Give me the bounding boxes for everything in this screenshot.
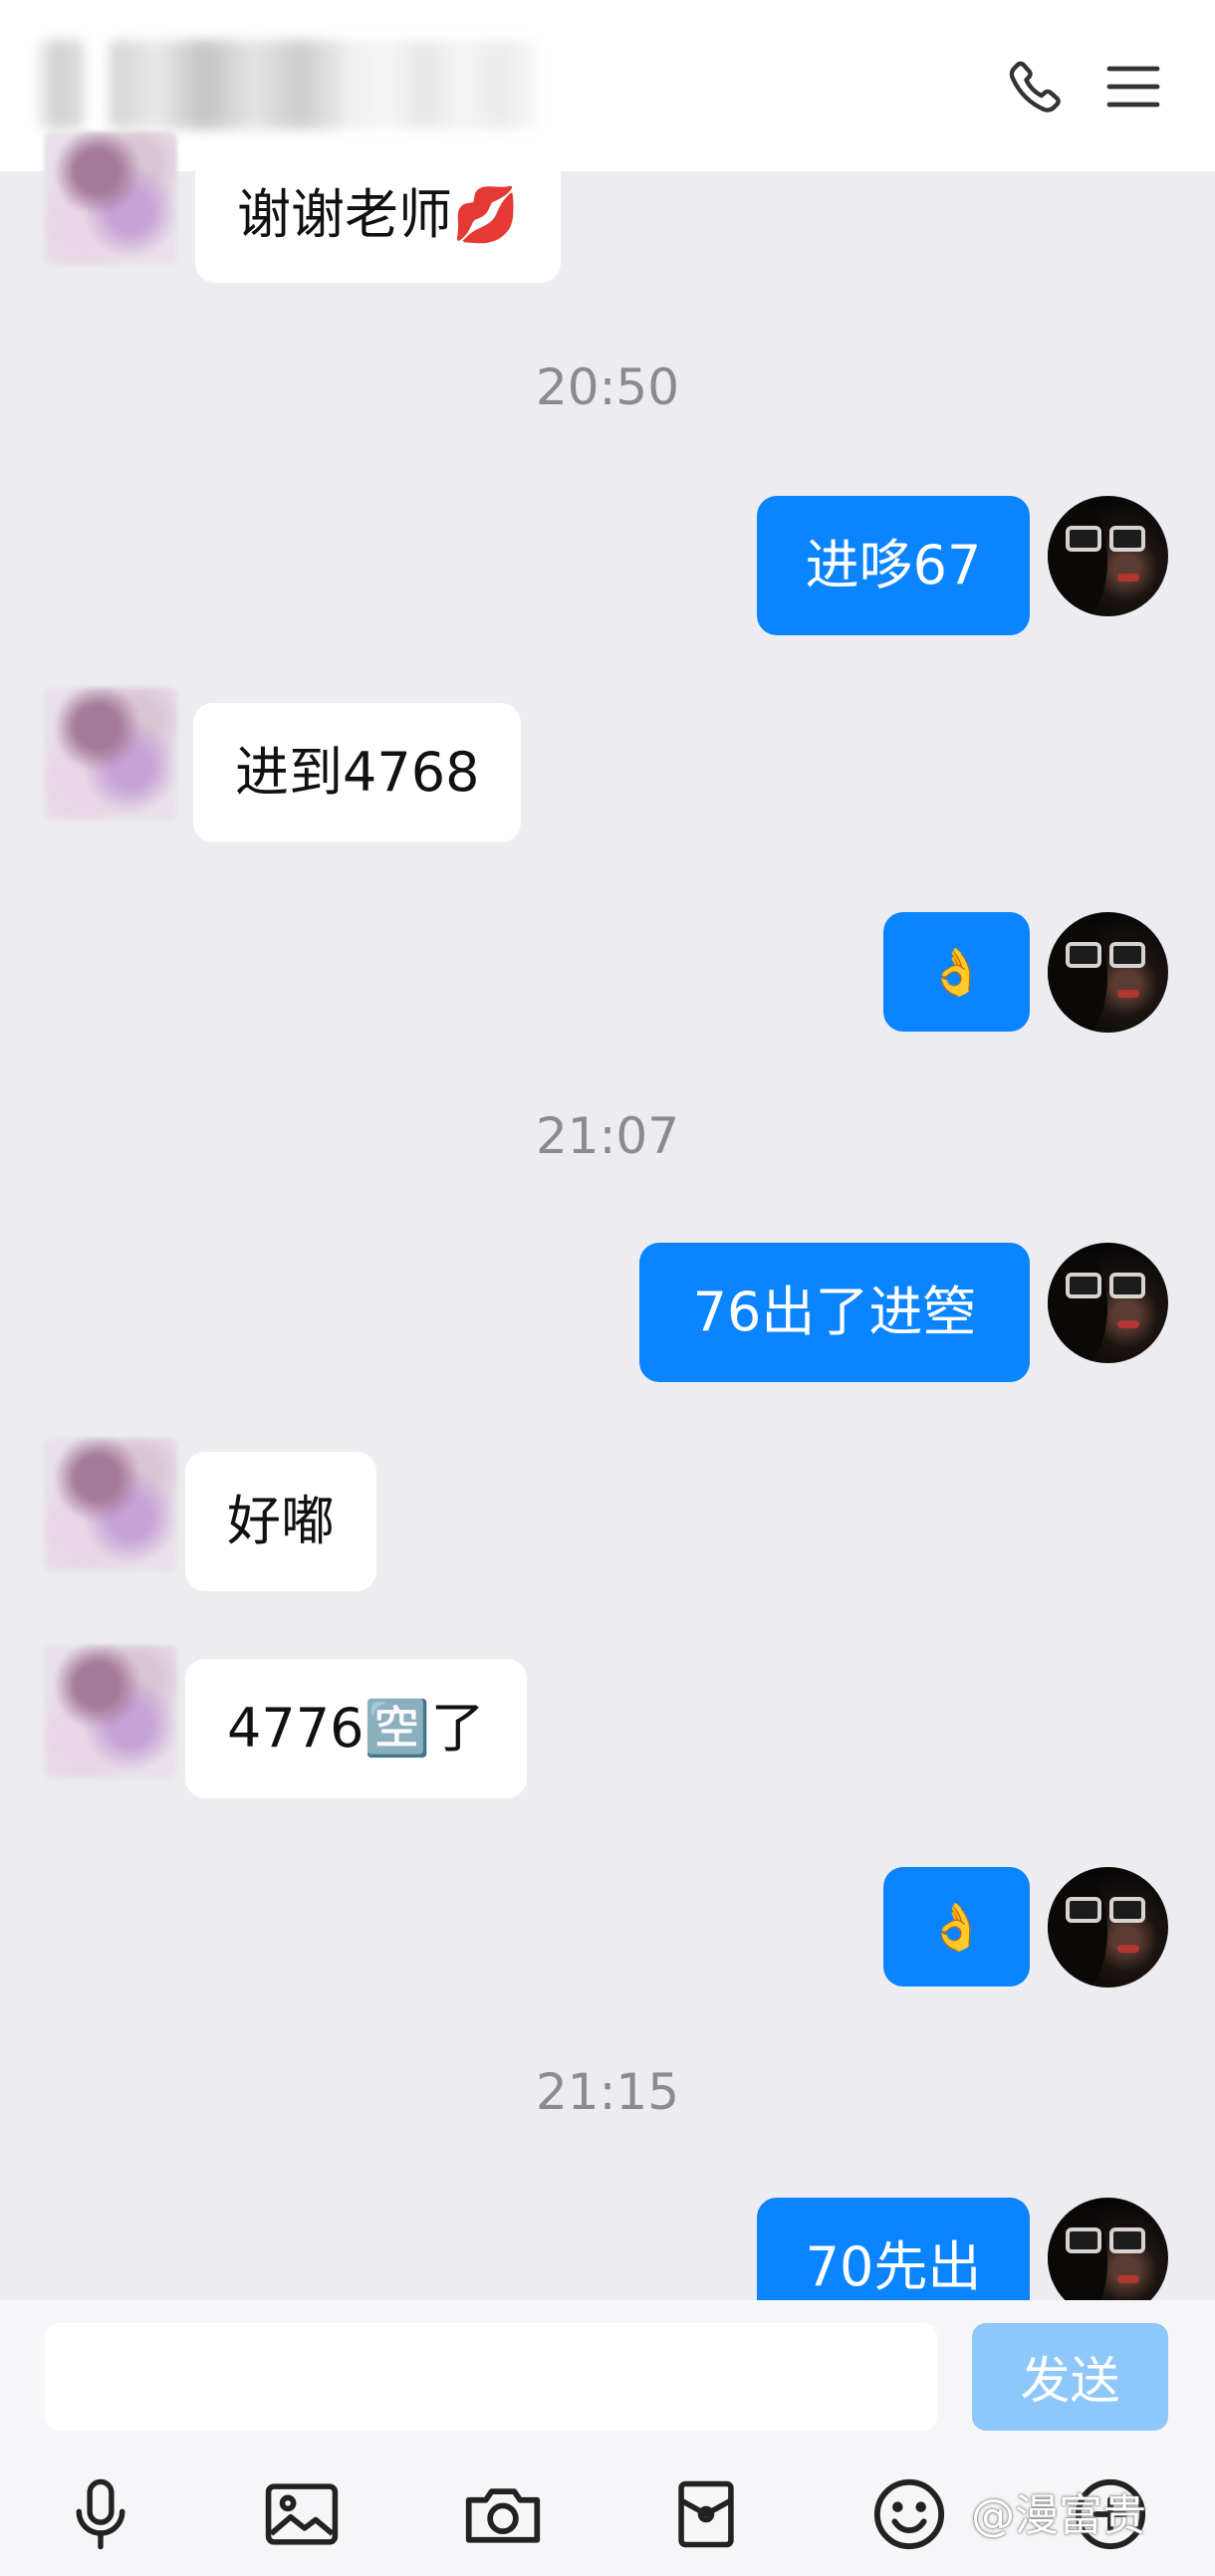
- outgoing-message-bubble[interactable]: 👌: [883, 1867, 1030, 1987]
- blurred-contact-name: [110, 40, 349, 129]
- watermark: @漫富贵: [971, 2490, 1146, 2541]
- my-avatar[interactable]: [1048, 912, 1168, 1033]
- microphone-icon[interactable]: [56, 2469, 145, 2559]
- contact-avatar[interactable]: [44, 1438, 177, 1571]
- red-packet-icon[interactable]: [661, 2469, 751, 2559]
- contact-avatar[interactable]: [44, 131, 177, 265]
- camera-icon[interactable]: [458, 2469, 548, 2559]
- top-bar: [0, 0, 1215, 171]
- timestamp: 21:15: [535, 2063, 680, 2121]
- contact-avatar[interactable]: [44, 1645, 177, 1778]
- timestamp: 21:07: [535, 1107, 680, 1165]
- incoming-message-bubble[interactable]: 4776🈳了: [185, 1659, 527, 1798]
- timestamp: 20:50: [535, 358, 680, 416]
- blurred-contact-name: [40, 40, 85, 129]
- image-icon[interactable]: [257, 2469, 347, 2559]
- outgoing-message-bubble[interactable]: 76出了进箜: [639, 1243, 1030, 1382]
- my-avatar[interactable]: [1048, 1867, 1168, 1988]
- contact-avatar[interactable]: [44, 687, 177, 820]
- menu-icon[interactable]: [1098, 52, 1168, 121]
- outgoing-message-bubble[interactable]: 进哆67: [757, 496, 1030, 635]
- message-input[interactable]: [45, 2323, 937, 2431]
- blurred-contact-name: [349, 40, 538, 129]
- incoming-message-bubble[interactable]: 进到4768: [193, 703, 522, 842]
- my-avatar[interactable]: [1048, 496, 1168, 616]
- phone-icon[interactable]: [1001, 52, 1071, 121]
- outgoing-message-bubble[interactable]: 👌: [883, 912, 1030, 1032]
- my-avatar[interactable]: [1048, 1243, 1168, 1363]
- send-button[interactable]: 发送: [972, 2323, 1168, 2431]
- incoming-message-bubble[interactable]: 好嘟: [185, 1452, 376, 1591]
- incoming-message-bubble[interactable]: 谢谢老师💋: [195, 147, 562, 283]
- emoji-icon[interactable]: [864, 2469, 954, 2559]
